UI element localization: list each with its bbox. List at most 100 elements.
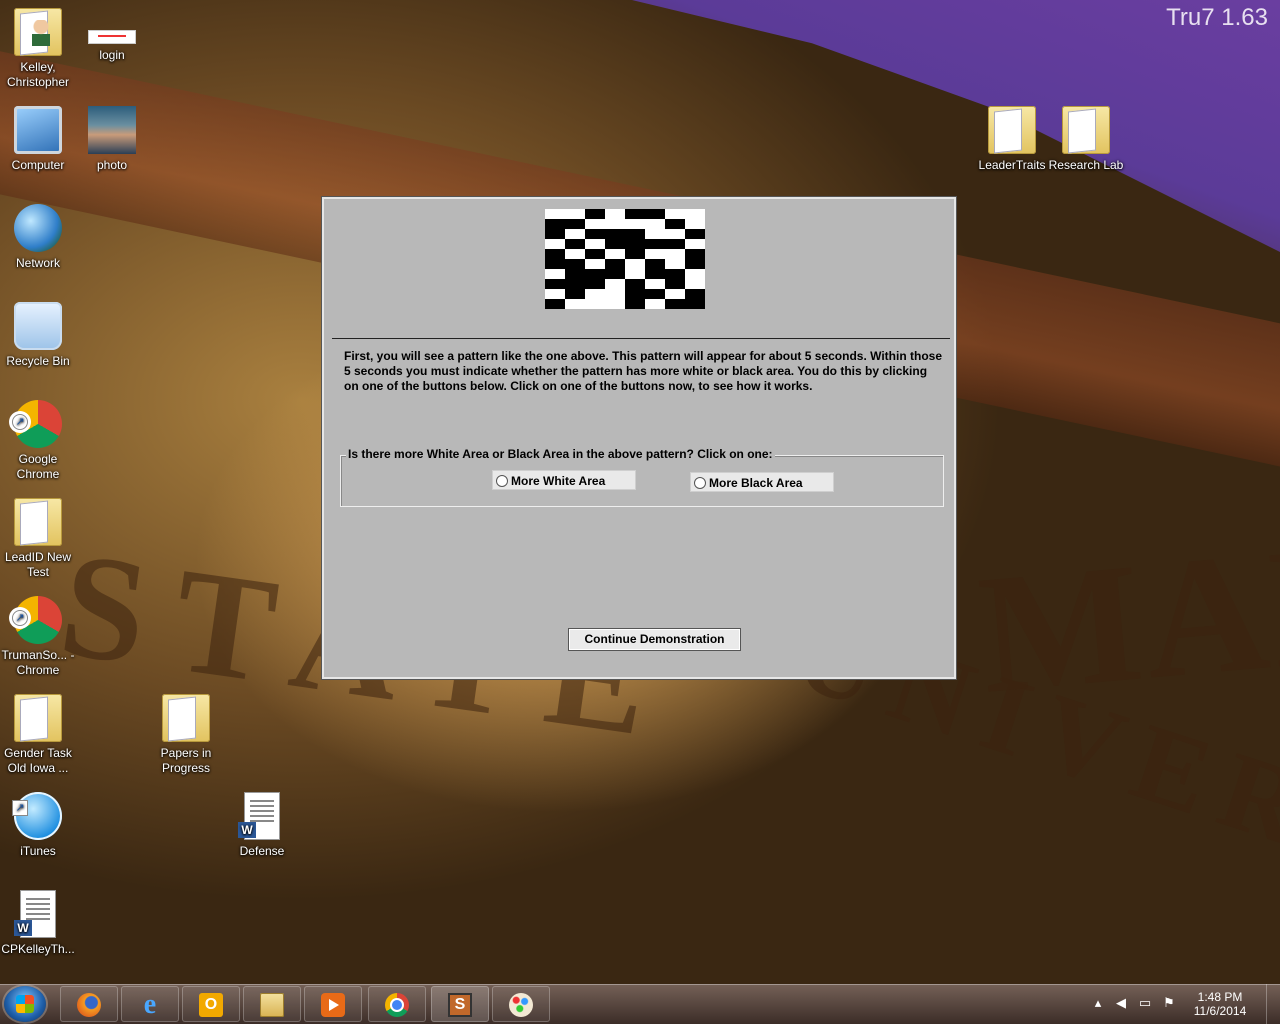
pattern-cell-white — [565, 299, 585, 309]
pattern-cell-black — [625, 209, 645, 219]
pattern-cell-black — [545, 229, 565, 239]
show-desktop-button[interactable] — [1266, 984, 1280, 1024]
desktop-icon-label: LeadID New Test — [4, 550, 72, 579]
pattern-cell-white — [685, 269, 705, 279]
answer-group-box — [340, 455, 944, 507]
pattern-cell-white — [605, 209, 625, 219]
pattern-cell-white — [565, 249, 585, 259]
desktop-icon-research-lab[interactable]: Research Lab — [1048, 106, 1124, 173]
volume-icon[interactable]: ◀ — [1113, 995, 1129, 1011]
desktop-icon-papers-in-progress[interactable]: Papers in Progress — [148, 694, 224, 776]
s-app-icon: S — [448, 993, 472, 1017]
desktop-icon-label: Google Chrome — [16, 452, 60, 481]
pattern-cell-black — [645, 259, 665, 269]
desktop-icon-label: CPKelleyTh... — [1, 942, 75, 956]
continue-demonstration-button[interactable]: Continue Demonstration — [568, 628, 741, 651]
taskbar-internet-explorer[interactable]: e — [121, 986, 179, 1022]
photo-thumbnail-icon — [88, 106, 136, 154]
taskbar-file-explorer[interactable] — [243, 986, 301, 1022]
pattern-cell-black — [685, 249, 705, 259]
pattern-cell-white — [585, 239, 605, 249]
desktop-icon-trumanso-chrome[interactable]: TrumanSo... - Chrome — [0, 596, 76, 678]
pattern-cell-black — [545, 219, 565, 229]
taskbar-s-app-active[interactable]: S — [431, 986, 489, 1022]
desktop-icon-kelley-christopher[interactable]: Kelley, Christopher — [0, 8, 76, 90]
show-hidden-icons-chevron[interactable]: ▴ — [1090, 995, 1106, 1011]
pattern-cell-black — [645, 269, 665, 279]
pattern-cell-black — [625, 239, 645, 249]
desktop-icon-network[interactable]: Network — [0, 204, 76, 271]
taskbar-clock[interactable]: 1:48 PM 11/6/2014 — [1180, 990, 1260, 1018]
desktop-icon-label: TrumanSo... - Chrome — [1, 648, 75, 677]
pattern-cell-black — [545, 259, 565, 269]
outlook-icon: O — [199, 993, 223, 1017]
web-page-thumbnail-icon — [88, 30, 136, 44]
more-white-area-radio[interactable]: More White Area — [492, 470, 636, 490]
pattern-cell-black — [665, 219, 685, 229]
more-white-area-label: More White Area — [511, 474, 606, 488]
taskbar-media-player[interactable] — [304, 986, 362, 1022]
pattern-cell-white — [685, 239, 705, 249]
desktop-icon-google-chrome[interactable]: Google Chrome — [0, 400, 76, 482]
pattern-cell-white — [605, 279, 625, 289]
experiment-dialog: First, you will see a pattern like the o… — [321, 196, 957, 680]
pattern-cell-white — [585, 219, 605, 229]
pattern-cell-white — [605, 299, 625, 309]
pattern-cell-white — [665, 289, 685, 299]
pattern-cell-black — [545, 299, 565, 309]
desktop-icon-photo[interactable]: photo — [74, 106, 150, 173]
itunes-icon — [12, 792, 62, 840]
pattern-cell-black — [585, 249, 605, 259]
desktop-icon-label: photo — [96, 158, 128, 172]
pattern-cell-white — [685, 219, 705, 229]
pattern-cell-white — [645, 249, 665, 259]
pattern-cell-white — [645, 229, 665, 239]
chrome-icon — [385, 993, 409, 1017]
pattern-cell-black — [585, 269, 605, 279]
pattern-cell-black — [565, 279, 585, 289]
pattern-cell-black — [685, 229, 705, 239]
pattern-cell-black — [605, 259, 625, 269]
desktop-icon-itunes[interactable]: iTunes — [0, 792, 76, 859]
clock-time: 1:48 PM — [1197, 990, 1243, 1004]
pattern-cell-white — [665, 259, 685, 269]
more-black-area-radio[interactable]: More Black Area — [690, 472, 834, 492]
version-label: Tru7 1.63 — [1166, 4, 1268, 31]
pattern-cell-white — [545, 209, 565, 219]
radio-circle-icon — [694, 477, 706, 489]
start-button[interactable] — [4, 986, 46, 1022]
desktop-icon-recycle-bin[interactable]: Recycle Bin — [0, 302, 76, 369]
desktop-icon-computer[interactable]: Computer — [0, 106, 76, 173]
chrome-shortcut-icon — [12, 596, 62, 644]
desktop-icon-login[interactable]: login — [74, 8, 150, 63]
pattern-cell-white — [565, 229, 585, 239]
desktop-icon-cpkelleyth[interactable]: CPKelleyTh... — [0, 890, 76, 957]
pattern-cell-black — [645, 209, 665, 219]
desktop-icon-label: Network — [15, 256, 60, 270]
folder-icon — [14, 694, 62, 742]
pattern-cell-white — [585, 289, 605, 299]
desktop-icon-leadid-new-test[interactable]: LeadID New Test — [0, 498, 76, 580]
taskbar-paint[interactable] — [492, 986, 550, 1022]
desktop-icon-leadertraits[interactable]: LeaderTraits — [974, 106, 1050, 173]
pattern-cell-white — [685, 279, 705, 289]
pattern-cell-white — [605, 249, 625, 259]
taskbar-firefox[interactable] — [60, 986, 118, 1022]
taskbar-chrome[interactable] — [368, 986, 426, 1022]
recycle-bin-icon — [14, 302, 62, 350]
desktop-icon-label: LeaderTraits — [978, 158, 1046, 172]
pattern-cell-white — [605, 219, 625, 229]
folder-icon — [988, 106, 1036, 154]
taskbar-outlook[interactable]: O — [182, 986, 240, 1022]
file-explorer-icon — [260, 993, 284, 1017]
pattern-cell-black — [605, 269, 625, 279]
pattern-cell-white — [645, 279, 665, 289]
user-folder-icon — [14, 8, 62, 56]
firefox-icon — [77, 993, 101, 1017]
desktop-icon-defense[interactable]: Defense — [224, 792, 300, 859]
action-center-flag-icon[interactable]: ⚑ — [1161, 995, 1177, 1011]
desktop-icon-gender-task[interactable]: Gender Task Old Iowa ... — [0, 694, 76, 776]
network-icon[interactable]: ▭ — [1137, 995, 1153, 1011]
word-document-icon — [14, 890, 56, 938]
pattern-cell-black — [605, 239, 625, 249]
